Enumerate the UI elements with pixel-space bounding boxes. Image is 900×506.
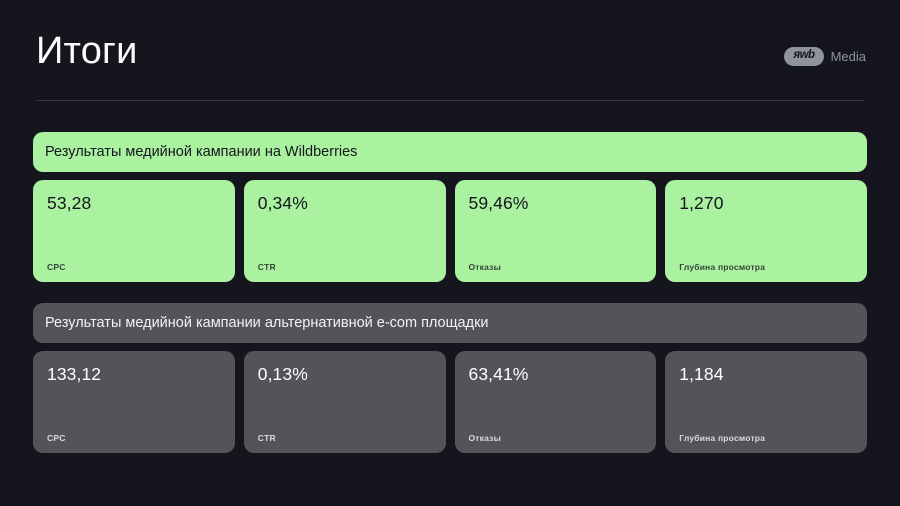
- metric-cards-row: 133,12 CPC 0,13% CTR 63,41% Отказы 1,184…: [33, 351, 867, 453]
- metric-label: Отказы: [469, 262, 502, 272]
- metric-card-bounces: 59,46% Отказы: [455, 180, 657, 282]
- section-header-wildberries: Результаты медийной кампании на Wildberr…: [33, 132, 867, 172]
- metric-value: 0,13%: [258, 364, 432, 385]
- metric-cards-row: 53,28 CPC 0,34% CTR 59,46% Отказы 1,270 …: [33, 180, 867, 282]
- metric-value: 1,270: [679, 193, 853, 214]
- section-header-alt-ecom: Результаты медийной кампании альтернатив…: [33, 303, 867, 343]
- metric-card-view-depth: 1,270 Глубина просмотра: [665, 180, 867, 282]
- metric-label: Глубина просмотра: [679, 433, 765, 443]
- metric-label: CPC: [47, 433, 66, 443]
- metric-value: 0,34%: [258, 193, 432, 214]
- metric-value: 59,46%: [469, 193, 643, 214]
- metric-card-ctr: 0,13% CTR: [244, 351, 446, 453]
- metric-label: CTR: [258, 433, 276, 443]
- metric-value: 133,12: [47, 364, 221, 385]
- slide-header: Итоги яwb Media: [0, 0, 900, 74]
- metric-label: CTR: [258, 262, 276, 272]
- page-title: Итоги: [36, 30, 138, 74]
- metric-value: 63,41%: [469, 364, 643, 385]
- metric-card-cpc: 53,28 CPC: [33, 180, 235, 282]
- slide: Итоги яwb Media Результаты медийной камп…: [0, 0, 900, 506]
- metric-label: Глубина просмотра: [679, 262, 765, 272]
- section-alt-ecom: Результаты медийной кампании альтернатив…: [33, 303, 867, 453]
- metric-card-ctr: 0,34% CTR: [244, 180, 446, 282]
- slide-content: Результаты медийной кампании на Wildberr…: [0, 101, 900, 453]
- metric-card-view-depth: 1,184 Глубина просмотра: [665, 351, 867, 453]
- metric-card-bounces: 63,41% Отказы: [455, 351, 657, 453]
- section-wildberries: Результаты медийной кампании на Wildberr…: [33, 132, 867, 282]
- metric-value: 1,184: [679, 364, 853, 385]
- metric-label: Отказы: [469, 433, 502, 443]
- metric-card-cpc: 133,12 CPC: [33, 351, 235, 453]
- metric-label: CPC: [47, 262, 66, 272]
- brand-logo: яwb Media: [784, 47, 866, 66]
- logo-label: Media: [831, 49, 866, 64]
- rwb-logo-icon: яwb: [784, 47, 823, 66]
- metric-value: 53,28: [47, 193, 221, 214]
